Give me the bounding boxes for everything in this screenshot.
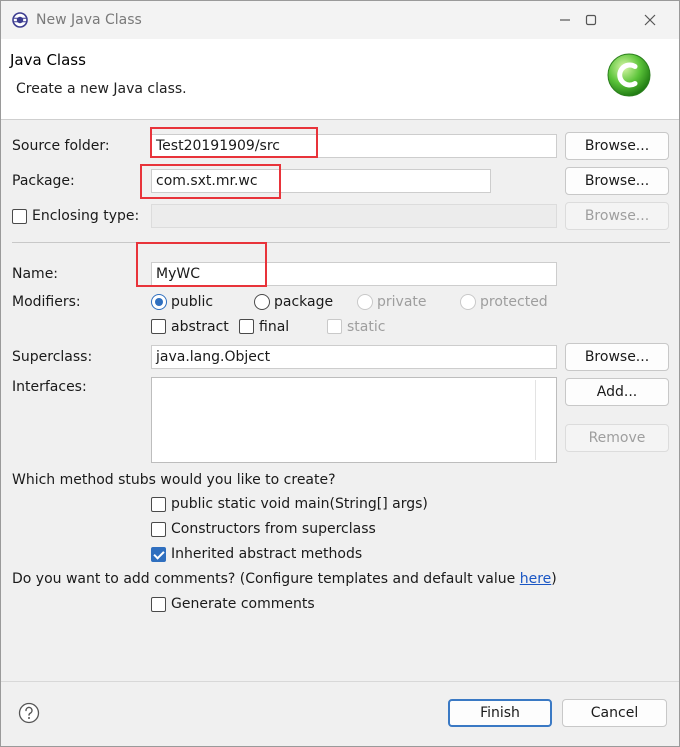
- source-folder-label: Source folder:: [12, 138, 110, 154]
- modifier-static-label: static: [347, 319, 386, 335]
- modifier-static-checkbox: [327, 319, 342, 334]
- enclosing-type-input: [151, 204, 557, 228]
- enclosing-type-checkbox[interactable]: [12, 209, 27, 224]
- java-class-logo-icon: [607, 53, 651, 97]
- title-bar: New Java Class: [1, 1, 679, 39]
- superclass-input[interactable]: java.lang.Object: [151, 345, 557, 369]
- modifier-package-label: package: [274, 294, 334, 310]
- superclass-browse-button[interactable]: Browse...: [565, 343, 669, 371]
- interfaces-add-button[interactable]: Add...: [565, 378, 669, 406]
- highlight-package: [140, 164, 281, 199]
- wizard-banner: Java Class Create a new Java class.: [1, 39, 679, 120]
- generate-comments-checkbox[interactable]: [151, 597, 166, 612]
- generate-comments-label: Generate comments: [171, 596, 315, 612]
- highlight-name: [136, 242, 267, 287]
- name-label: Name:: [12, 266, 59, 282]
- window-title: New Java Class: [36, 12, 142, 28]
- interfaces-label: Interfaces:: [12, 379, 87, 395]
- source-folder-browse-button[interactable]: Browse...: [565, 132, 669, 160]
- modifier-abstract-checkbox[interactable]: [151, 319, 166, 334]
- modifier-private-radio: [357, 294, 373, 310]
- superclass-label: Superclass:: [12, 349, 93, 365]
- modifier-private-label: private: [377, 294, 427, 310]
- interfaces-remove-button: Remove: [565, 424, 669, 452]
- close-icon: [644, 14, 656, 26]
- section-separator: [12, 242, 670, 243]
- footer-separator: [1, 681, 679, 682]
- stub-constructors-checkbox[interactable]: [151, 522, 166, 537]
- interfaces-list[interactable]: [151, 377, 557, 463]
- finish-button[interactable]: Finish: [448, 699, 552, 727]
- banner-title: Java Class: [10, 51, 86, 69]
- new-java-class-dialog: New Java Class Java Class Create a new J…: [0, 0, 680, 747]
- stubs-question: Which method stubs would you like to cre…: [12, 472, 336, 488]
- modifier-final-label: final: [259, 319, 290, 335]
- modifier-final-checkbox[interactable]: [239, 319, 254, 334]
- eclipse-app-icon: [12, 12, 28, 28]
- package-browse-button[interactable]: Browse...: [565, 167, 669, 195]
- modifier-public-radio[interactable]: [151, 294, 167, 310]
- enclosing-type-label: Enclosing type:: [32, 208, 140, 224]
- list-divider: [535, 380, 536, 460]
- stub-inherited-label: Inherited abstract methods: [171, 546, 363, 562]
- highlight-source-folder: [150, 127, 318, 158]
- enclosing-type-browse-button: Browse...: [565, 202, 669, 230]
- configure-templates-link[interactable]: here: [520, 571, 552, 587]
- modifiers-label: Modifiers:: [12, 294, 81, 310]
- help-icon[interactable]: [18, 702, 40, 724]
- cancel-button[interactable]: Cancel: [562, 699, 667, 727]
- stub-inherited-checkbox[interactable]: [151, 547, 166, 562]
- modifier-public-label: public: [171, 294, 214, 310]
- comments-question-close: ): [551, 571, 557, 587]
- close-button[interactable]: [627, 5, 673, 35]
- modifier-protected-label: protected: [480, 294, 548, 310]
- modifier-package-radio[interactable]: [254, 294, 270, 310]
- stub-main-checkbox[interactable]: [151, 497, 166, 512]
- stub-main-label: public static void main(String[] args): [171, 496, 428, 512]
- banner-description: Create a new Java class.: [16, 81, 187, 97]
- modifier-abstract-label: abstract: [171, 319, 229, 335]
- maximize-icon: [585, 14, 597, 26]
- maximize-button[interactable]: [568, 5, 614, 35]
- comments-question: Do you want to add comments? (Configure …: [12, 571, 557, 587]
- comments-question-text: Do you want to add comments? (Configure …: [12, 571, 520, 587]
- package-label: Package:: [12, 173, 75, 189]
- modifier-protected-radio: [460, 294, 476, 310]
- stub-constructors-label: Constructors from superclass: [171, 521, 376, 537]
